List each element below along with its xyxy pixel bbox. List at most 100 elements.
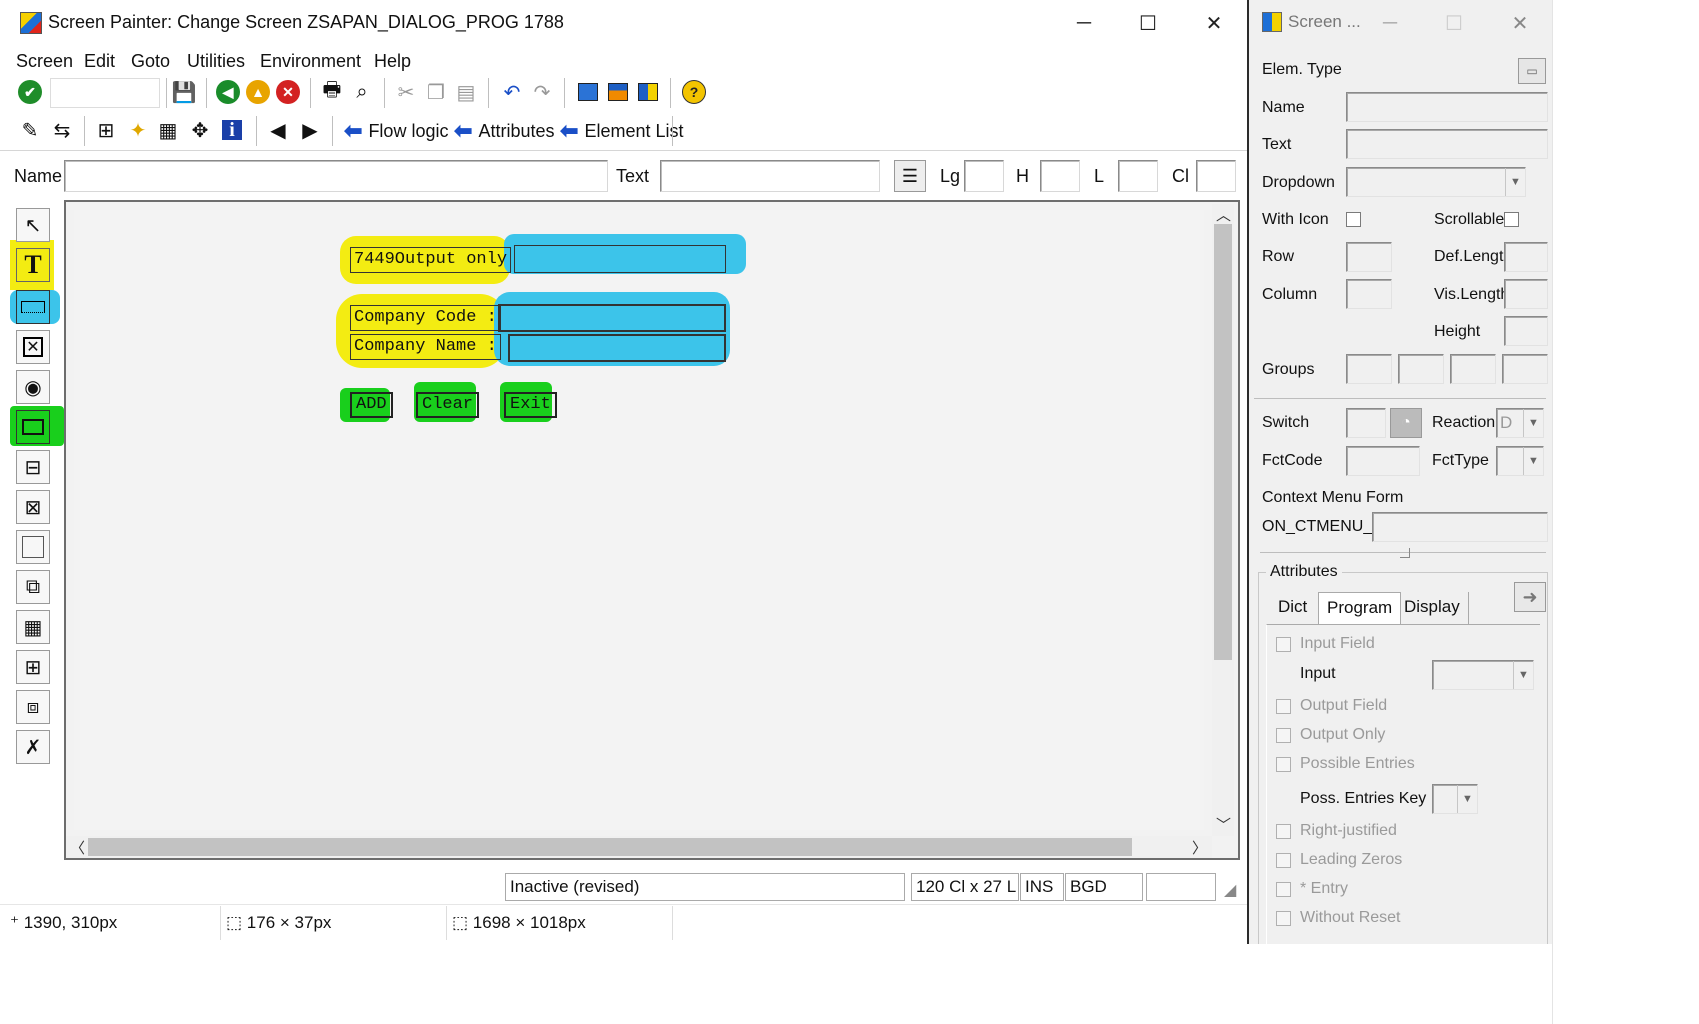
output-only-checkbox[interactable] [1276,728,1291,743]
move-icon[interactable]: ✥ [186,116,214,144]
entry-checkbox[interactable] [1276,882,1291,897]
tab-program[interactable]: Program [1318,592,1402,624]
dict-fields-icon[interactable]: ▦ [154,116,182,144]
text-field-tool-icon[interactable]: T [16,248,50,282]
menu-environment[interactable]: Environment [260,51,361,72]
output-field-checkbox[interactable] [1276,699,1291,714]
box-tool-icon[interactable] [16,530,50,564]
back-icon[interactable]: ◀ [214,78,242,106]
help-icon[interactable]: ? [680,78,708,106]
info-icon[interactable]: i [218,116,246,144]
copy-icon[interactable]: ❐ [422,78,450,106]
output-only-field[interactable] [514,245,726,273]
context-menu-input[interactable] [1372,512,1548,542]
display-change-icon[interactable]: ⇆ [48,116,76,144]
enter-checkmark-icon[interactable]: ✔ [16,78,44,106]
attr-maximize-button[interactable]: ☐ [1424,6,1484,40]
attributes-button[interactable]: ⬅ Attributes [454,118,554,144]
l-input[interactable] [1118,160,1158,192]
elem-type-icon[interactable]: ▭ [1518,58,1546,84]
column-input[interactable] [1346,279,1392,309]
h-input[interactable] [1040,160,1080,192]
company-name-label[interactable]: Company Name : [350,334,501,360]
list-icon[interactable]: ☰ [894,160,926,192]
menu-utilities[interactable]: Utilities [187,51,245,72]
find-icon[interactable]: ⌕ [348,78,376,106]
scroll-down-icon[interactable]: ﹀ [1216,814,1231,835]
next-icon[interactable]: ▶ [296,116,324,144]
attr-close-button[interactable]: ✕ [1490,6,1550,40]
add-button[interactable]: ADD [350,392,393,418]
group-2-input[interactable] [1398,354,1444,384]
flow-logic-button[interactable]: ⬅ Flow logic [344,118,448,144]
redo-icon[interactable]: ↷ [528,78,556,106]
poss-entries-key-select[interactable]: ▼ [1432,784,1478,814]
possible-entries-checkbox[interactable] [1276,757,1291,772]
scroll-right-icon[interactable]: 〉 [1192,837,1207,858]
reaction-select[interactable]: D ▼ [1496,408,1544,438]
scroll-left-icon[interactable]: 〈 [70,837,85,858]
exit-icon[interactable]: ▲ [244,78,272,106]
exit-button[interactable]: Exit [504,392,557,418]
vertical-scroll-thumb[interactable] [1214,224,1232,660]
tabstrip-tool-icon[interactable]: ⊟ [16,450,50,484]
name-attr-input[interactable] [1346,92,1548,122]
previous-icon[interactable]: ◀ [264,116,292,144]
row-input[interactable] [1346,242,1392,272]
clear-button[interactable]: Clear [416,392,480,418]
arrow-right-icon[interactable]: ➜ [1514,582,1546,612]
pencil-edit-icon[interactable]: ✎ [16,116,44,144]
input-field-tool-icon[interactable] [16,290,50,324]
group-3-input[interactable] [1450,354,1496,384]
close-button[interactable]: ✕ [1184,6,1244,40]
resize-grip-icon[interactable]: ◢ [1224,880,1236,900]
status-icon-tool-icon[interactable]: ✗ [16,730,50,764]
paste-icon[interactable]: ▤ [452,78,480,106]
maximize-button[interactable]: ☐ [1118,6,1178,40]
tab-dict[interactable]: Dict [1270,592,1315,624]
text-input[interactable] [660,160,880,192]
undo-icon[interactable]: ↶ [498,78,526,106]
output-only-text[interactable]: 7449Output only [350,247,512,273]
menu-edit[interactable]: Edit [84,51,115,72]
scroll-up-icon[interactable]: ︿ [1216,204,1231,225]
pushbutton-tool-icon[interactable] [16,410,50,444]
group-1-input[interactable] [1346,354,1392,384]
custom-control-tool-icon[interactable]: ⧈ [16,690,50,724]
cl-input[interactable] [1196,160,1236,192]
scrollable-checkbox[interactable] [1504,212,1519,227]
tab-display[interactable]: Display [1396,592,1469,624]
lg-input[interactable] [964,160,1004,192]
dropdown-select[interactable]: ▼ [1346,167,1526,197]
cancel-icon[interactable]: ✕ [274,78,302,106]
magic-wand-icon[interactable]: ✦ [124,116,152,144]
attr-minimize-button[interactable]: ─ [1360,6,1420,40]
vis-length-input[interactable] [1504,279,1548,309]
without-reset-checkbox[interactable] [1276,911,1291,926]
height-input[interactable] [1504,316,1548,346]
print-icon[interactable]: 🖶 [318,78,346,106]
company-code-label[interactable]: Company Code : [350,305,501,331]
new-session-icon[interactable] [574,78,602,106]
checkbox-tool-icon[interactable]: ✕ [16,330,50,364]
hierarchy-icon[interactable]: ⊞ [92,116,120,144]
def-length-input[interactable] [1504,242,1548,272]
element-list-button[interactable]: ⬅ Element List [560,118,683,144]
group-4-input[interactable] [1502,354,1548,384]
command-field[interactable] [50,78,160,108]
fcttype-select[interactable]: ▼ [1496,446,1544,476]
radio-button-tool-icon[interactable]: ◉ [16,370,50,404]
menu-help[interactable]: Help [374,51,411,72]
switch-input[interactable] [1346,408,1386,438]
table-control-wizard-icon[interactable]: ⊞ [16,650,50,684]
splitter-handle-icon[interactable] [1400,548,1410,558]
text-attr-input[interactable] [1346,129,1548,159]
with-icon-checkbox[interactable] [1346,212,1361,227]
input-select[interactable]: ▼ [1432,660,1534,690]
leading-zeros-checkbox[interactable] [1276,853,1291,868]
table-control-tool-icon[interactable]: ▦ [16,610,50,644]
horizontal-scroll-thumb[interactable] [88,838,1132,856]
input-field-checkbox[interactable] [1276,637,1291,652]
company-name-input[interactable] [508,334,726,362]
cut-icon[interactable]: ✂ [392,78,420,106]
